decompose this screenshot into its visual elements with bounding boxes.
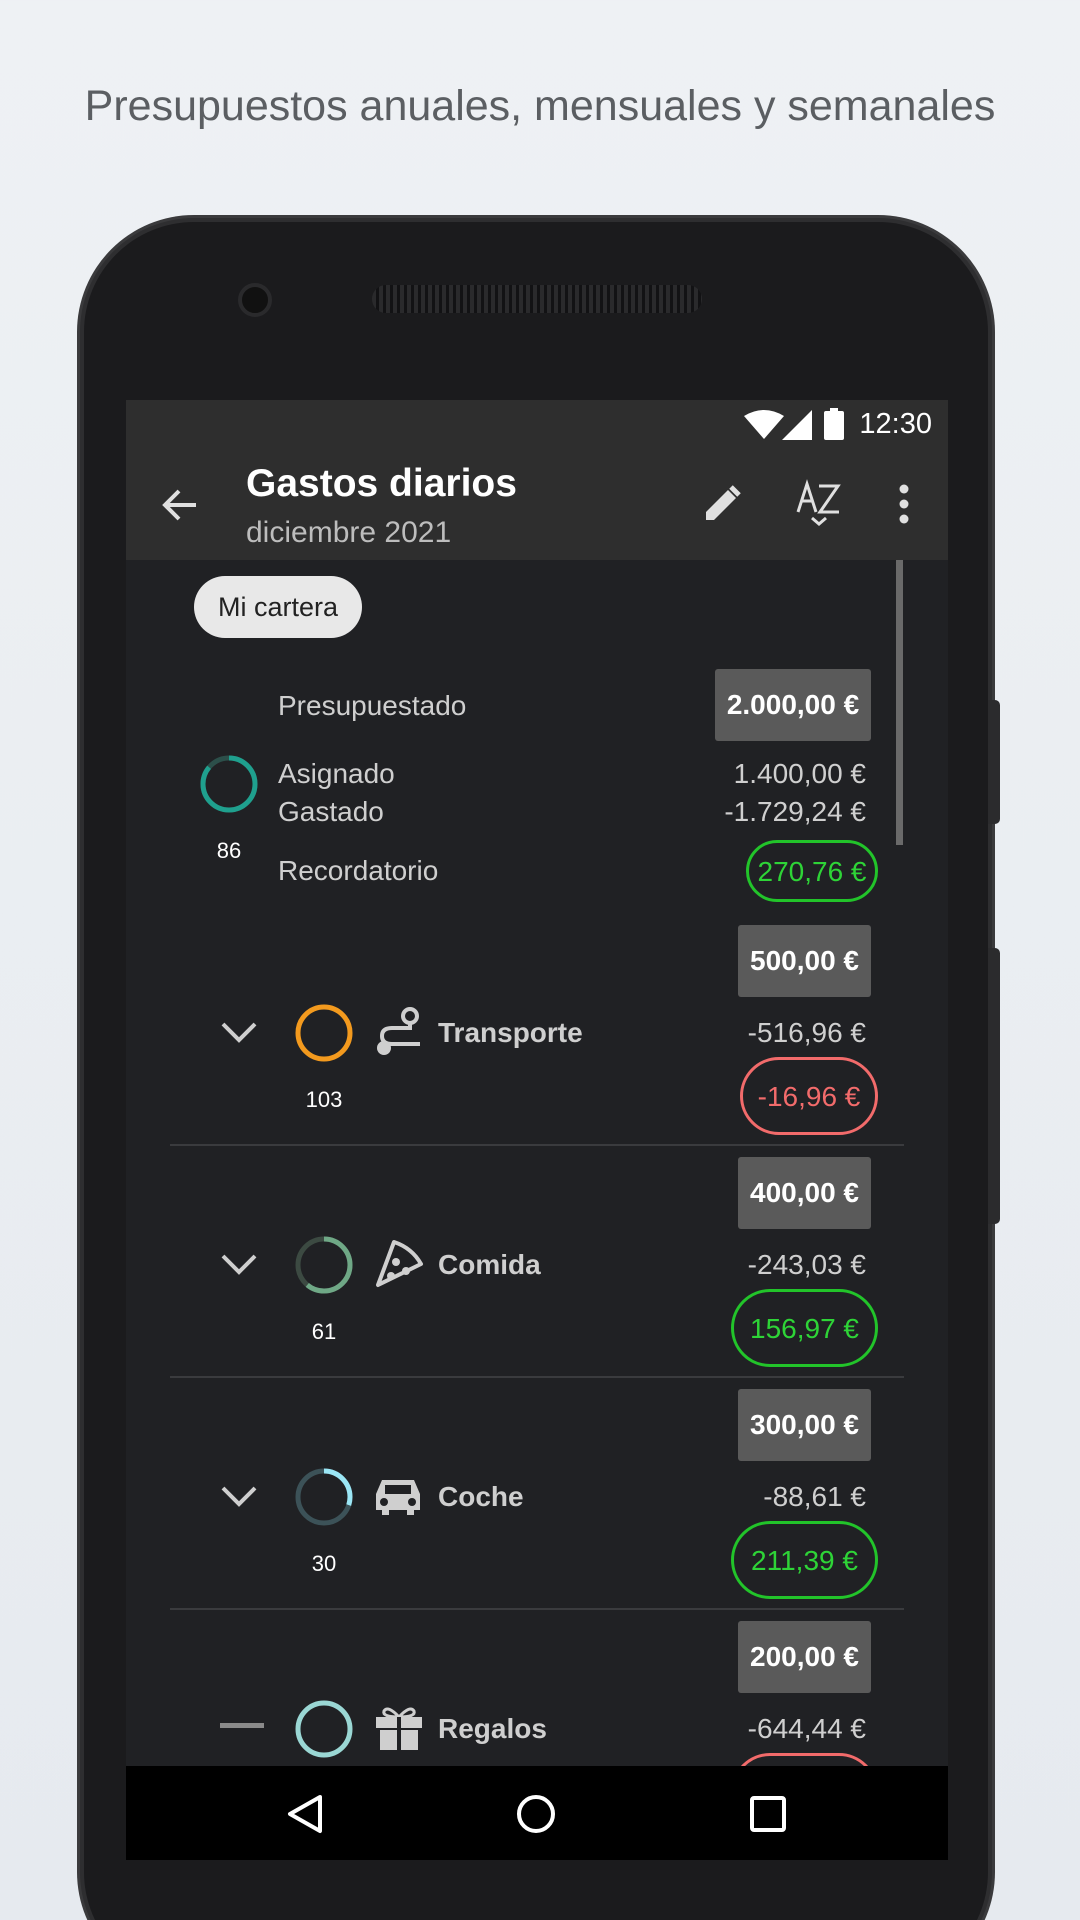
summary-progress-ring: 86 [198, 753, 260, 863]
category-spent: -644,44 € [747, 1713, 866, 1744]
car-icon [376, 1480, 420, 1515]
category-name: Comida [438, 1249, 541, 1280]
route-icon [377, 1007, 420, 1055]
category-progress-ring: 103 [293, 1002, 355, 1112]
nav-back-icon[interactable] [286, 1794, 324, 1834]
app-screen: 12:30 Gastos diarios diciembre 2021 Mi c… [126, 400, 948, 1860]
category-budget[interactable]: 500,00 € [738, 925, 871, 997]
row-divider [170, 1144, 904, 1146]
gift-icon [376, 1707, 422, 1750]
power-button [988, 700, 1000, 824]
system-nav-bar [126, 1766, 948, 1860]
chevron-down-icon[interactable] [220, 1252, 258, 1278]
category-percent: 30 [311, 1551, 337, 1576]
cellular-signal-icon [782, 410, 812, 440]
category-percent: 103 [305, 1087, 343, 1112]
category-spent: -516,96 € [747, 1017, 866, 1048]
category-budget[interactable]: 300,00 € [738, 1389, 871, 1461]
assigned-amount: 1.400,00 € [733, 758, 866, 789]
nav-recents-icon[interactable] [750, 1796, 786, 1832]
category-progress-ring: 61 [293, 1234, 355, 1344]
spent-label: Gastado [278, 796, 384, 827]
sort-az-icon[interactable] [796, 478, 842, 528]
row-divider [170, 1608, 904, 1610]
category-spent: -88,61 € [763, 1481, 866, 1512]
category-spent: -243,03 € [747, 1249, 866, 1280]
category-progress-ring: 322 [293, 1698, 355, 1808]
earpiece-speaker [372, 285, 702, 313]
front-camera [238, 283, 272, 317]
budgeted-amount[interactable]: 2.000,00 € [715, 669, 871, 741]
category-remaining: 211,39 € [731, 1521, 878, 1599]
status-time: 12:30 [859, 408, 932, 440]
scrollbar[interactable] [896, 560, 903, 845]
category-budget[interactable]: 200,00 € [738, 1621, 871, 1693]
category-percent: 61 [311, 1319, 337, 1344]
category-remaining: 156,97 € [731, 1289, 878, 1367]
collapse-dash-icon[interactable] [220, 1723, 264, 1728]
category-budget[interactable]: 400,00 € [738, 1157, 871, 1229]
edit-pencil-icon[interactable] [702, 484, 742, 524]
summary-percent: 86 [216, 838, 242, 863]
assigned-label: Asignado [278, 758, 395, 789]
volume-button [988, 948, 1000, 1224]
spent-amount: -1.729,24 € [724, 796, 866, 827]
back-arrow-icon[interactable] [162, 488, 198, 522]
wifi-icon [744, 410, 784, 439]
budgeted-label: Presupuestado [278, 690, 467, 721]
row-divider [170, 1376, 904, 1378]
chevron-down-icon[interactable] [220, 1484, 258, 1510]
app-bar: Gastos diarios diciembre 2021 [126, 450, 948, 560]
battery-icon [824, 408, 844, 440]
reminder-label: Recordatorio [278, 855, 439, 886]
category-name: Regalos [438, 1713, 547, 1744]
nav-home-icon[interactable] [516, 1794, 556, 1834]
reminder-amount: 270,76 € [746, 840, 878, 902]
category-progress-ring: 30 [293, 1466, 355, 1576]
wallet-chip[interactable]: Mi cartera [194, 576, 363, 638]
page-title: Gastos diarios [246, 462, 517, 505]
overflow-menu-icon[interactable] [898, 484, 910, 524]
category-name: Transporte [438, 1017, 583, 1048]
category-name: Coche [438, 1481, 524, 1512]
page-subtitle: diciembre 2021 [246, 516, 452, 549]
budget-list[interactable]: Mi cartera Presupuestado 2.000,00 € 86 A… [126, 560, 948, 1831]
page-headline: Presupuestos anuales, mensuales y semana… [84, 82, 996, 130]
status-bar: 12:30 [126, 400, 948, 450]
pizza-icon [376, 1240, 423, 1287]
chevron-down-icon[interactable] [220, 1020, 258, 1046]
category-remaining: -16,96 € [740, 1057, 878, 1135]
